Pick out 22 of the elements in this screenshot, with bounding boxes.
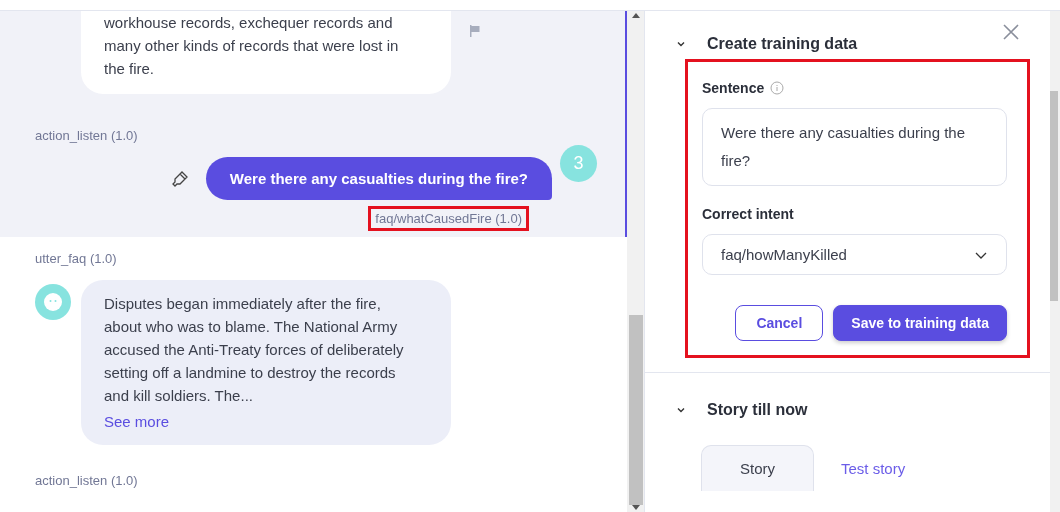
save-button[interactable]: Save to training data (833, 305, 1007, 341)
action-label: action_listen (1.0) (35, 472, 139, 490)
scroll-up-icon[interactable] (631, 13, 640, 18)
tab[interactable]: Story (701, 445, 814, 491)
intent-label: faq/whatCausedFire (1.0) (368, 206, 529, 231)
scrollbar-thumb[interactable] (1050, 91, 1058, 301)
action-label: action_listen (1.0) (35, 127, 139, 145)
sentence-field[interactable]: Were there any casualties during the fire? (702, 108, 1007, 186)
field-label: Sentence (702, 80, 765, 96)
cancel-button[interactable]: Cancel (735, 305, 824, 341)
action-label: utter_faq (1.0) (35, 250, 118, 268)
tab[interactable]: Test story (814, 445, 933, 491)
message-text: workhouse records, exchequer records and many other kinds of records that were lost in the fire. (104, 13, 400, 79)
section-title: Create training data (707, 35, 858, 53)
message-text: Disputes began immediately after the fire, about who was to blame. The National Army accused the Anti-Treaty forces of deliberately setting off a landmine to destroy the records and kill soldiers. The... (104, 294, 405, 406)
intent-dropdown[interactable]: faq/howManyKilled (702, 234, 1007, 275)
close-icon[interactable] (1002, 23, 1020, 41)
section-title: Story till now (707, 401, 808, 419)
field-label: Correct intent (702, 206, 794, 222)
user-message: Were there any casualties during the fire? (205, 157, 552, 200)
see-more-link[interactable]: See more (104, 413, 170, 430)
scrollbar[interactable] (627, 11, 644, 512)
